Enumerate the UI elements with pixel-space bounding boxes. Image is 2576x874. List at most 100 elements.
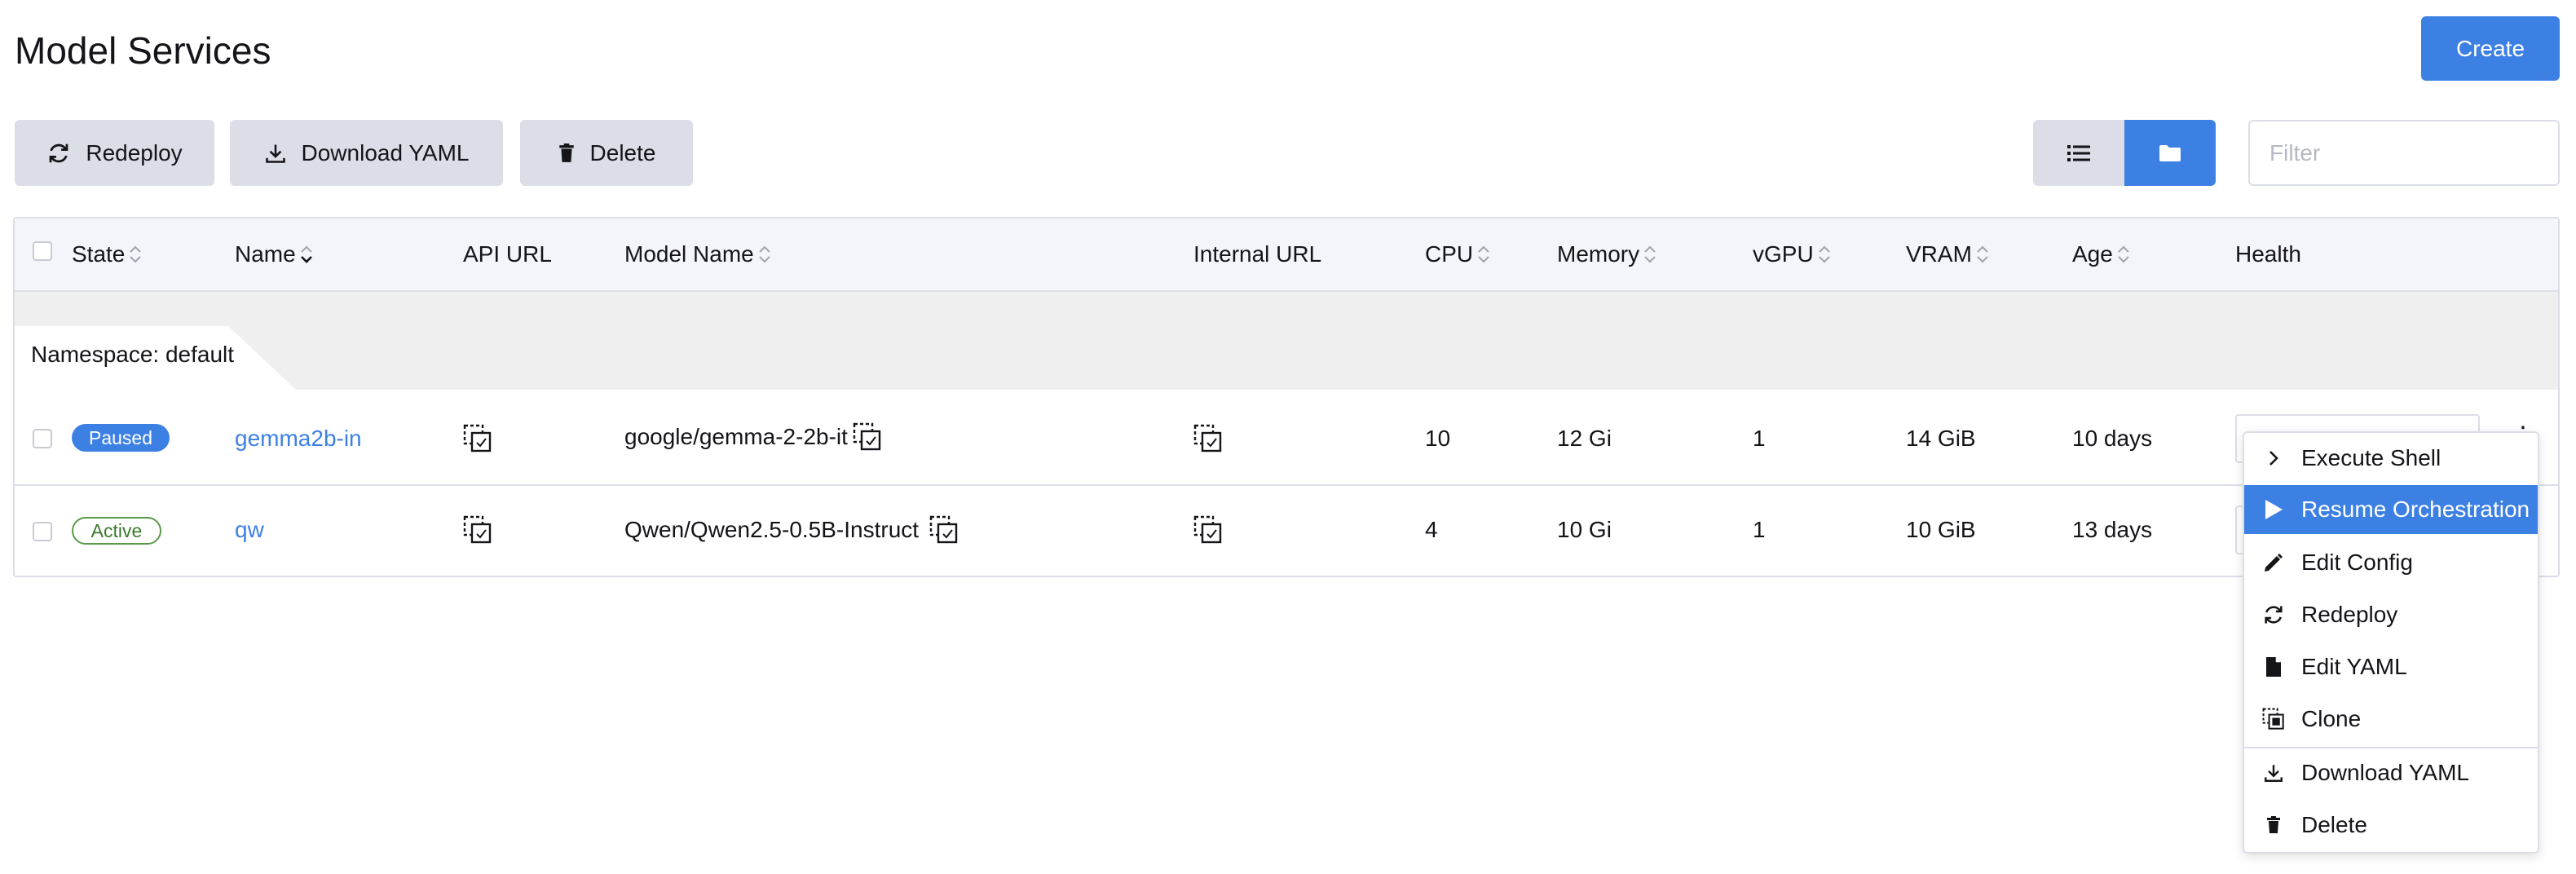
copy-icon[interactable] <box>929 515 959 545</box>
clone-icon <box>2262 708 2285 731</box>
menu-item-label: Clone <box>2301 706 2362 731</box>
menu-item-edit-yaml[interactable]: Edit YAML <box>2244 642 2538 691</box>
redeploy-button[interactable]: Redeploy <box>15 120 214 186</box>
column-header-memory[interactable]: Memory <box>1557 218 1657 290</box>
model-name-text: Qwen/Qwen2.5-0.5B-Instruct <box>624 517 920 542</box>
create-button-label: Create <box>2455 35 2525 61</box>
column-header-cpu[interactable]: CPU <box>1425 218 1491 290</box>
menu-item-clone[interactable]: Clone <box>2244 695 2538 744</box>
download-yaml-button-label: Download YAML <box>301 139 470 166</box>
namespace-group-band <box>15 292 2558 390</box>
menu-item-edit-config[interactable]: Edit Config <box>2244 538 2538 587</box>
refresh-icon <box>2262 603 2285 626</box>
column-label: Age <box>2072 241 2113 267</box>
column-label: VRAM <box>1906 241 1972 267</box>
column-label: vGPU <box>1753 241 1814 267</box>
create-button[interactable]: Create <box>2421 16 2560 81</box>
status-badge: Active <box>72 517 161 545</box>
menu-item-delete[interactable]: Delete <box>2244 801 2538 850</box>
file-icon <box>2262 656 2285 678</box>
cpu-cell: 10 <box>1425 426 1451 451</box>
folder-view-toggle[interactable] <box>2124 120 2216 186</box>
play-icon <box>2262 499 2285 520</box>
menu-item-label: Download YAML <box>2301 760 2469 785</box>
download-icon <box>264 142 287 165</box>
sort-icon <box>1643 244 1657 265</box>
menu-item-download-yaml[interactable]: Download YAML <box>2244 748 2538 797</box>
column-label: Model Name <box>624 241 754 267</box>
copy-icon[interactable] <box>1193 424 1223 453</box>
column-header-age[interactable]: Age <box>2072 218 2131 290</box>
column-label: State <box>72 241 126 267</box>
delete-button[interactable]: Delete <box>520 120 693 186</box>
column-label: Health <box>2235 241 2301 267</box>
column-label: Internal URL <box>1193 241 1322 267</box>
download-icon <box>2262 762 2285 784</box>
column-header-api-url: API URL <box>463 218 552 290</box>
column-header-health: Health <box>2235 218 2301 290</box>
redeploy-button-label: Redeploy <box>86 139 183 166</box>
menu-item-label: Edit YAML <box>2301 654 2407 679</box>
column-label: Memory <box>1557 241 1640 267</box>
column-label: API URL <box>463 241 552 267</box>
column-header-model-name[interactable]: Model Name <box>624 218 772 290</box>
row-divider <box>15 484 2558 486</box>
service-name-link[interactable]: gemma2b-in <box>235 422 362 455</box>
delete-button-label: Delete <box>589 139 656 166</box>
column-header-state[interactable]: State <box>72 218 143 290</box>
copy-icon[interactable] <box>853 422 882 452</box>
age-cell: 13 days <box>2072 517 2153 542</box>
vram-cell: 14 GiB <box>1906 426 1976 451</box>
sort-icon <box>1975 244 1990 265</box>
service-name-link[interactable]: qw <box>235 514 264 546</box>
menu-item-label: Redeploy <box>2301 602 2398 627</box>
model-name-cell: Qwen/Qwen2.5-0.5B-Instruct <box>624 514 919 546</box>
download-yaml-button[interactable]: Download YAML <box>230 120 503 186</box>
memory-cell: 10 Gi <box>1557 517 1612 542</box>
column-label: Name <box>235 241 296 267</box>
memory-cell: 12 Gi <box>1557 426 1612 451</box>
pencil-icon <box>2262 552 2285 573</box>
namespace-value: default <box>165 342 235 367</box>
chevron-right-icon <box>2262 449 2285 467</box>
cpu-cell: 4 <box>1425 517 1438 542</box>
menu-item-label: Resume Orchestration <box>2301 497 2530 522</box>
namespace-group-label: Namespace: default <box>31 338 234 371</box>
namespace-label: Namespace: <box>31 342 160 367</box>
row-checkbox[interactable] <box>33 522 52 541</box>
menu-item-execute-shell[interactable]: Execute Shell <box>2244 434 2538 483</box>
row-checkbox[interactable] <box>33 429 52 448</box>
status-badge: Paused <box>72 424 170 452</box>
trash-icon <box>558 143 576 163</box>
list-icon <box>2067 143 2090 163</box>
menu-item-label: Edit Config <box>2301 550 2413 575</box>
sort-icon <box>2116 244 2131 265</box>
model-name-text: google/gemma-2-2b-it <box>624 424 848 449</box>
list-view-toggle[interactable] <box>2033 120 2124 186</box>
copy-icon[interactable] <box>463 424 492 453</box>
vgpu-cell: 1 <box>1753 517 1766 542</box>
vgpu-cell: 1 <box>1753 426 1766 451</box>
sort-icon <box>128 244 143 265</box>
model-name-cell: google/gemma-2-2b-it <box>624 421 848 453</box>
sort-icon <box>1476 244 1491 265</box>
copy-icon[interactable] <box>463 515 492 545</box>
menu-item-label: Delete <box>2301 812 2367 837</box>
column-label: CPU <box>1425 241 1474 267</box>
vram-cell: 10 GiB <box>1906 517 1976 542</box>
menu-item-resume-orchestration[interactable]: Resume Orchestration <box>2244 485 2538 534</box>
age-cell: 10 days <box>2072 426 2153 451</box>
column-header-name[interactable]: Name <box>235 218 314 290</box>
select-all-checkbox[interactable] <box>33 241 52 261</box>
column-header-vram[interactable]: VRAM <box>1906 218 1990 290</box>
column-header-vgpu[interactable]: vGPU <box>1753 218 1832 290</box>
sort-desc-icon <box>299 244 314 265</box>
page-title: Model Services <box>15 29 271 72</box>
sort-icon <box>1817 244 1832 265</box>
sort-icon <box>757 244 772 265</box>
menu-item-label: Execute Shell <box>2301 445 2441 470</box>
menu-item-redeploy[interactable]: Redeploy <box>2244 590 2538 639</box>
filter-input[interactable] <box>2248 120 2560 186</box>
copy-icon[interactable] <box>1193 515 1223 545</box>
refresh-icon <box>46 141 71 166</box>
